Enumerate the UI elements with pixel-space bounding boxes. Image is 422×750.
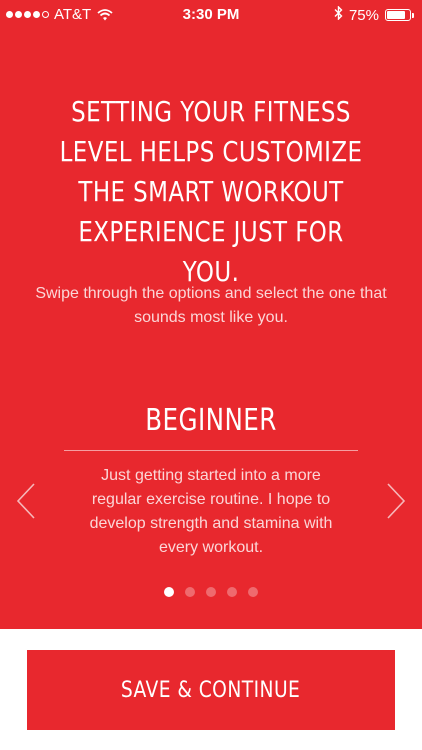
page-indicator[interactable] [0,587,422,597]
intro-subtext: Swipe through the options and select the… [35,285,387,326]
chevron-right-icon [387,483,406,519]
fitness-level-title: BEGINNER [145,403,277,438]
previous-level-button[interactable] [14,482,38,520]
save-continue-label: SAVE & CONTINUE [121,677,301,703]
status-right: 75% [334,5,414,24]
chevron-left-icon [16,483,35,519]
intro-headline: SETTING YOUR FITNESS LEVEL HELPS CUSTOMI… [59,95,363,288]
fitness-level-description: Just getting started into a more regular… [89,467,333,556]
page-dot[interactable] [227,587,237,597]
page-dot[interactable] [164,587,174,597]
bluetooth-icon [334,5,343,24]
status-bar: AT&T 3:30 PM 75% [0,0,422,30]
battery-percent: 75% [348,6,379,24]
battery-icon [385,9,414,21]
page-dot[interactable] [206,587,216,597]
next-level-button[interactable] [384,482,408,520]
save-continue-button[interactable]: SAVE & CONTINUE [27,650,395,730]
page-dot[interactable] [248,587,258,597]
title-divider [64,450,358,451]
page-dot[interactable] [185,587,195,597]
